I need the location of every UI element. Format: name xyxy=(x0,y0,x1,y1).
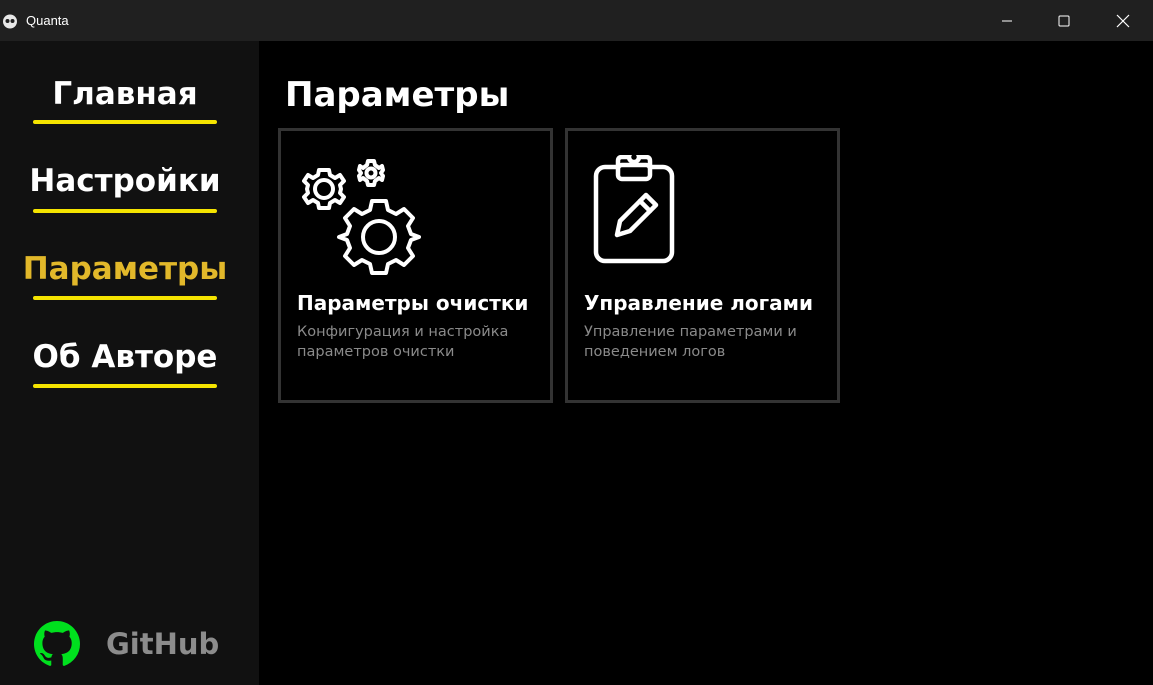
card-title: Параметры очистки xyxy=(297,291,529,315)
window-title: Quanta xyxy=(26,13,69,28)
minimize-button[interactable] xyxy=(984,0,1030,41)
card-description: Управление параметрами и поведением лого… xyxy=(584,324,797,360)
github-label: GitHub xyxy=(106,627,220,661)
close-button[interactable] xyxy=(1100,0,1146,41)
gears-icon xyxy=(302,159,421,275)
maximize-icon xyxy=(1058,15,1070,26)
page-title: Параметры xyxy=(285,75,510,115)
title-bar: Quanta xyxy=(0,0,1153,41)
clipboard-edit-icon xyxy=(593,155,675,264)
close-icon xyxy=(1116,14,1130,27)
app-icon xyxy=(3,14,17,29)
sidebar-item-parameters[interactable]: Параметры xyxy=(0,251,250,287)
minimize-icon xyxy=(1002,20,1012,21)
github-icon xyxy=(34,621,80,666)
card-log-management[interactable]: Управление логами Управление параметрами… xyxy=(565,128,840,403)
sidebar: Главная Настройки Параметры Об Авторе Gi… xyxy=(0,41,259,685)
card-cleanup-parameters[interactable]: Параметры очистки Конфигурация и настрой… xyxy=(278,128,553,403)
github-link[interactable]: GitHub xyxy=(34,619,234,669)
sidebar-item-settings[interactable]: Настройки xyxy=(0,163,250,199)
nav-underline xyxy=(33,296,217,300)
card-description: Конфигурация и настройка параметров очис… xyxy=(297,324,509,360)
nav-underline xyxy=(33,120,217,124)
card-title: Управление логами xyxy=(584,291,813,315)
maximize-button[interactable] xyxy=(1041,0,1087,41)
sidebar-item-home[interactable]: Главная xyxy=(0,76,250,112)
sidebar-item-about[interactable]: Об Авторе xyxy=(0,339,250,375)
nav-underline xyxy=(33,209,217,213)
main-content: Параметры Параметры очистки Конфигурация… xyxy=(259,41,1153,685)
nav-underline xyxy=(33,384,217,388)
